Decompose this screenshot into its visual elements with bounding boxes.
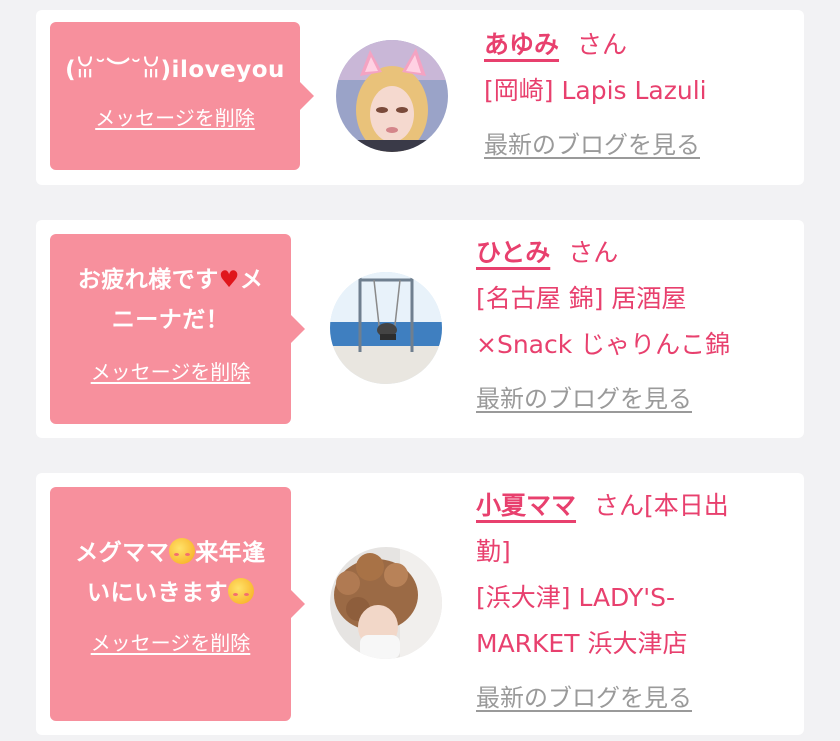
smiling-face-with-hearts-icon: [169, 538, 196, 564]
store-name: [岡崎] Lapis Lazuli: [484, 76, 707, 105]
profile-name-link[interactable]: あゆみ: [484, 30, 559, 59]
message-text: メグママ 来年逢 いにいきます: [75, 538, 266, 606]
message-text: お疲れ様です♥メ ニーナだ！: [77, 267, 264, 333]
latest-blog-link[interactable]: 最新のブログを見る: [484, 131, 700, 159]
store-name: ×Snack じゃりんこ錦: [476, 330, 731, 359]
profile-name-link[interactable]: ひとみ: [476, 238, 550, 267]
honorific: さん: [568, 238, 619, 267]
avatar[interactable]: [330, 272, 442, 384]
honorific: さん[本日出: [594, 491, 729, 520]
smiling-face-with-hearts-icon: [228, 578, 254, 604]
avatar[interactable]: [330, 547, 442, 659]
delete-message-link[interactable]: メッセージを削除: [91, 356, 251, 385]
favorite-card: メグママ 来年逢 いにいきます メッセージを削除 小夏ママ さん[本日出 勤] [浜大…: [36, 473, 804, 735]
delete-message-link[interactable]: メッセージを削除: [95, 102, 255, 131]
heart-icon: ♥: [218, 267, 240, 293]
profile-info: 小夏ママ さん[本日出 勤] [浜大津] LADY'S- MARKET 浜大津店 …: [476, 483, 729, 721]
store-name: [浜大津] LADY'S-: [476, 583, 675, 612]
honorific: さん: [577, 30, 628, 59]
honorific-continued: 勤]: [476, 537, 511, 566]
store-name: [名古屋 錦] 居酒屋: [476, 284, 687, 313]
message-text: (ꈍ˘︶˘ꈍ)iloveyou: [65, 57, 285, 83]
latest-blog-link[interactable]: 最新のブログを見る: [476, 684, 692, 712]
beach-swing-avatar: [330, 272, 442, 384]
cat-ear-girl-avatar: [336, 40, 448, 152]
message-bubble: お疲れ様です♥メ ニーナだ！ メッセージを削除: [50, 234, 305, 424]
message-bubble: メグママ 来年逢 いにいきます メッセージを削除: [50, 487, 305, 721]
profile-name-link[interactable]: 小夏ママ: [476, 491, 576, 520]
profile-info: あゆみ さん [岡崎] Lapis Lazuli 最新のブログを見る: [484, 22, 707, 168]
profile-info: ひとみ さん [名古屋 錦] 居酒屋 ×Snack じゃりんこ錦 最新のブログを見…: [476, 230, 730, 422]
favorite-card: (ꈍ˘︶˘ꈍ)iloveyou メッセージを削除 あゆみ さん [岡崎] Lapi…: [36, 10, 804, 185]
favorite-card: お疲れ様です♥メ ニーナだ！ メッセージを削除 ひとみ さん [名古屋 錦] 居酒屋…: [36, 220, 804, 438]
delete-message-link[interactable]: メッセージを削除: [91, 627, 251, 656]
curly-hair-avatar: [330, 547, 442, 659]
store-name: MARKET 浜大津店: [476, 629, 688, 658]
avatar[interactable]: [336, 40, 448, 152]
message-bubble: (ꈍ˘︶˘ꈍ)iloveyou メッセージを削除: [50, 22, 314, 170]
latest-blog-link[interactable]: 最新のブログを見る: [476, 385, 692, 413]
